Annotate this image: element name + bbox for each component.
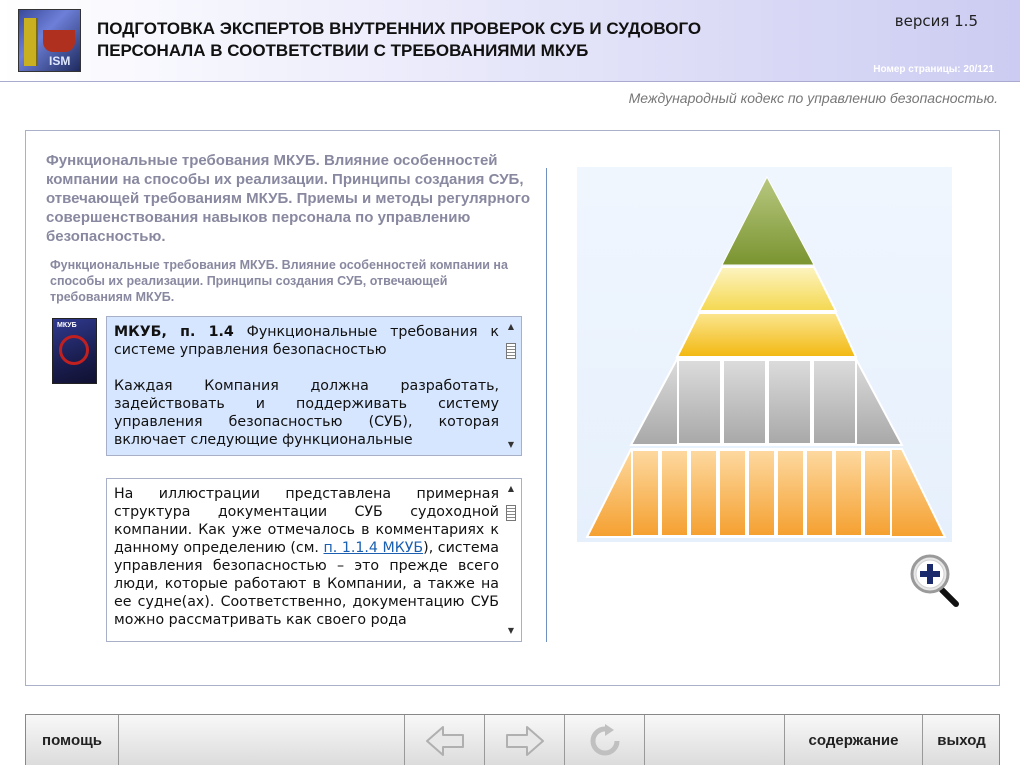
quote-paragraph: Каждая Компания должна разработать, заде…	[114, 378, 499, 448]
book-thumbnail[interactable]: МКУБ	[52, 318, 97, 384]
scroll-up-icon[interactable]: ▲	[504, 321, 518, 333]
documentation-pyramid[interactable]	[577, 167, 952, 542]
comment-scrollbar[interactable]: ▲ ▼	[504, 483, 518, 637]
scroll-up-icon[interactable]: ▲	[504, 483, 518, 495]
pyramid-level-base	[585, 448, 947, 538]
nav-spacer	[119, 715, 405, 765]
header-bar: ISM ПОДГОТОВКА ЭКСПЕРТОВ ВНУТРЕННИХ ПРОВ…	[0, 0, 1020, 82]
quote-ref: МКУБ, п. 1.4	[114, 324, 234, 340]
pyramid-level-top	[721, 175, 815, 266]
exit-button[interactable]: выход	[923, 715, 1000, 765]
navigation-bar: помощь содержание выход	[25, 714, 1000, 765]
pyramid-level-yellow	[697, 266, 838, 312]
course-title: ПОДГОТОВКА ЭКСПЕРТОВ ВНУТРЕННИХ ПРОВЕРОК…	[97, 19, 702, 60]
page-number: Номер страницы: 20/121	[873, 64, 994, 75]
quote-box[interactable]: МКУБ, п. 1.4 Функциональные требования к…	[106, 316, 522, 456]
comment-text: На иллюстрации представлена примерная ст…	[114, 485, 499, 629]
arrow-right-icon	[505, 725, 544, 756]
contents-button[interactable]: содержание	[785, 715, 923, 765]
scroll-down-icon[interactable]: ▼	[504, 625, 518, 637]
pyramid-graphic	[585, 175, 947, 538]
pyramid-level-gold	[675, 312, 858, 358]
back-button[interactable]	[405, 715, 485, 765]
code-reference-link[interactable]: п. 1.1.4 МКУБ	[324, 540, 424, 556]
reload-button[interactable]	[565, 715, 645, 765]
quote-scrollbar[interactable]: ▲ ▼	[504, 321, 518, 451]
quote-text: МКУБ, п. 1.4 Функциональные требования к…	[114, 323, 499, 455]
course-logo: ISM	[18, 9, 81, 72]
divider	[546, 168, 547, 642]
refresh-icon	[590, 723, 619, 755]
forward-button[interactable]	[485, 715, 565, 765]
scroll-down-icon[interactable]: ▼	[504, 439, 518, 451]
zoom-in-icon[interactable]	[908, 554, 960, 608]
scroll-thumb[interactable]	[506, 505, 516, 521]
comment-box[interactable]: На иллюстрации представлена примерная ст…	[106, 478, 522, 642]
book-thumbnail-text: МКУБ	[57, 322, 77, 329]
scroll-thumb[interactable]	[506, 343, 516, 359]
pyramid-level-gray	[629, 358, 904, 446]
nav-spacer	[645, 715, 785, 765]
page-heading: Функциональные требования МКУБ. Влияние …	[46, 152, 530, 245]
version-label: версия 1.5	[894, 12, 978, 30]
help-button[interactable]: помощь	[26, 715, 119, 765]
section-subtitle: Международный кодекс по управлению безоп…	[628, 90, 998, 106]
page-subheading: Функциональные требования МКУБ. Влияние …	[50, 258, 508, 304]
arrow-left-icon	[425, 725, 464, 756]
logo-text: ISM	[49, 54, 71, 68]
